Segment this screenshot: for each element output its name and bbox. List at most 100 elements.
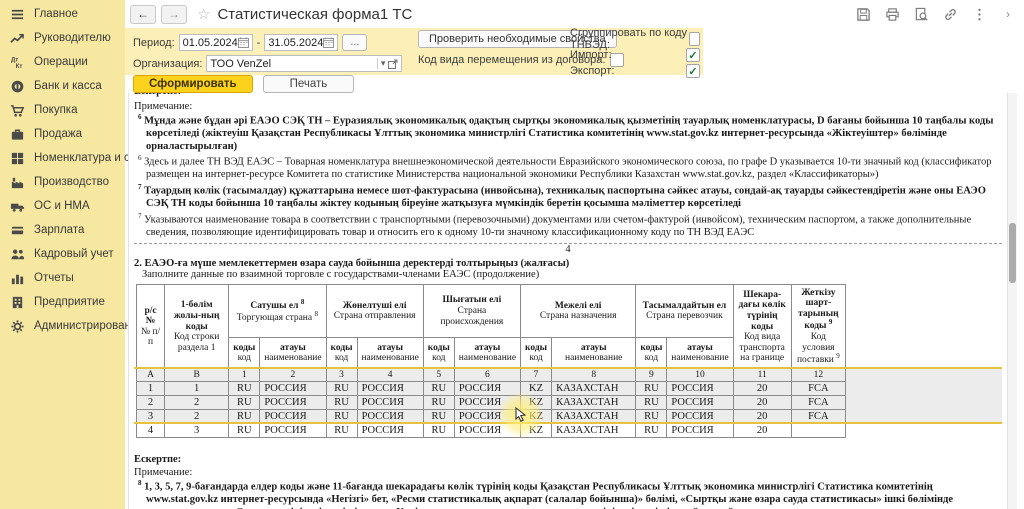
table-cell[interactable]: RU	[229, 424, 260, 438]
back-button[interactable]: ←	[130, 5, 156, 24]
table-cell[interactable]: В	[165, 369, 229, 382]
table-cell[interactable]: RU	[326, 396, 357, 410]
period-from-input[interactable]: 01.05.2024	[179, 34, 253, 51]
sidebar-item[interactable]: Покупка	[0, 98, 125, 122]
table-row[interactable]: 22RUРОССИЯRUРОССИЯRUРОССИЯKZКАЗАХСТАНRUР…	[137, 396, 846, 410]
col-group-header[interactable]: Жөнелтуші еліСтрана отправления	[326, 285, 423, 338]
table-cell[interactable]: А	[137, 369, 165, 382]
table-cell[interactable]: 7	[521, 369, 552, 382]
table-cell[interactable]: КАЗАХСТАН	[552, 424, 636, 438]
subcol-header-name[interactable]: атауынаименование	[357, 338, 423, 369]
table-cell[interactable]: 20	[733, 382, 791, 396]
table-cell[interactable]: 11	[733, 369, 791, 382]
table-cell[interactable]: RU	[229, 382, 260, 396]
period-to-input[interactable]: 31.05.2024	[264, 34, 338, 51]
sidebar-item[interactable]: Номенклатура и склад	[0, 146, 125, 170]
sidebar-item[interactable]: Банк и касса	[0, 74, 125, 98]
table-cell[interactable]: 1	[229, 369, 260, 382]
table-cell[interactable]: 5	[423, 369, 454, 382]
group-by-checkbox[interactable]	[689, 32, 700, 46]
preview-icon[interactable]	[913, 6, 929, 22]
table-cell[interactable]: 10	[667, 369, 733, 382]
table-cell[interactable]: 1	[165, 382, 229, 396]
subcol-header-code[interactable]: кодыкод	[229, 338, 260, 369]
table-cell[interactable]: 4	[137, 424, 165, 438]
subcol-header-code[interactable]: кодыкод	[521, 338, 552, 369]
scrollbar-thumb[interactable]	[1009, 223, 1016, 283]
calendar-icon[interactable]	[238, 37, 249, 48]
subcol-header-code[interactable]: кодыкод	[423, 338, 454, 369]
save-icon[interactable]	[855, 6, 871, 22]
table-cell[interactable]: РОССИЯ	[357, 424, 423, 438]
subcol-header-name[interactable]: атауынаименование	[552, 338, 636, 369]
table-cell[interactable]: 6	[454, 369, 520, 382]
subcol-header-name[interactable]: атауынаименование	[260, 338, 326, 369]
sidebar-item[interactable]: ДтКтОперации	[0, 50, 125, 74]
sidebar-item[interactable]: Главное	[0, 2, 125, 26]
table-cell[interactable]: 2	[137, 396, 165, 410]
col-group-header[interactable]: Тасымалдайтын елСтрана перевозчик	[636, 285, 733, 338]
import-checkbox[interactable]: ✓	[686, 48, 700, 62]
table-cell[interactable]: РОССИЯ	[667, 424, 733, 438]
favorite-star-icon[interactable]: ☆	[197, 5, 210, 23]
col-group-header[interactable]: Шығатын еліСтрана происхождения	[423, 285, 520, 338]
table-cell[interactable]: РОССИЯ	[357, 396, 423, 410]
table-cell[interactable]: 9	[636, 369, 667, 382]
sidebar-item[interactable]: Зарплата	[0, 218, 125, 242]
organization-input[interactable]: ТОО VenZel ▾	[206, 55, 402, 72]
table-cell[interactable]: РОССИЯ	[667, 396, 733, 410]
more-menu-icon[interactable]	[971, 6, 987, 22]
vertical-scrollbar[interactable]	[1007, 93, 1017, 509]
subcol-header-code[interactable]: кодыкод	[326, 338, 357, 369]
forward-button[interactable]: →	[161, 5, 187, 24]
table-cell[interactable]: 8	[552, 369, 636, 382]
table-cell[interactable]: RU	[636, 396, 667, 410]
open-link-icon[interactable]	[388, 59, 398, 69]
table-cell[interactable]: RU	[423, 382, 454, 396]
table-cell[interactable]: 3	[326, 369, 357, 382]
spreadsheet-document[interactable]: Ескертпе: Примечание: 6 Мұнда және бұдан…	[128, 93, 1008, 509]
table-cell[interactable]: RU	[229, 396, 260, 410]
generate-button[interactable]: Сформировать	[133, 75, 253, 93]
calendar-icon[interactable]	[323, 37, 334, 48]
col-header-transport[interactable]: Шекара-дағы көлік түрінің кодыКод вида т…	[733, 285, 791, 369]
table-cell[interactable]: 2	[165, 396, 229, 410]
chevron-right-icon[interactable]: ›	[1000, 6, 1016, 22]
col-group-header[interactable]: Межелі еліСтрана назначения	[521, 285, 636, 338]
table-row[interactable]: 43RUРОССИЯRUРОССИЯRUРОССИЯKZКАЗАХСТАНRUР…	[137, 424, 846, 438]
sidebar-item[interactable]: Кадровый учет	[0, 242, 125, 266]
table-cell[interactable]: 20	[733, 424, 791, 438]
col-group-header[interactable]: Сатушы ел 8Торгующая страна 8	[229, 285, 326, 338]
sidebar-item[interactable]: Продажа	[0, 122, 125, 146]
table-cell[interactable]: 3	[165, 424, 229, 438]
table-cell[interactable]: RU	[326, 424, 357, 438]
sidebar-item[interactable]: Отчеты	[0, 266, 125, 290]
col-header-rownum[interactable]: р/с №№ п/п	[137, 285, 165, 369]
sidebar-item[interactable]: ОС и НМА	[0, 194, 125, 218]
subcol-header-name[interactable]: атауынаименование	[454, 338, 520, 369]
table-cell[interactable]: RU	[636, 382, 667, 396]
table-cell[interactable]	[791, 424, 845, 438]
table-cell[interactable]: 20	[733, 396, 791, 410]
table-cell[interactable]: РОССИЯ	[260, 396, 326, 410]
column-number-row[interactable]: АВ123456789101112	[137, 369, 846, 382]
table-cell[interactable]: РОССИЯ	[260, 382, 326, 396]
sidebar-item[interactable]: Администрирование	[0, 314, 125, 338]
table-cell[interactable]: FCA	[791, 382, 845, 396]
table-cell[interactable]: RU	[423, 396, 454, 410]
table-cell[interactable]: FCA	[791, 396, 845, 410]
print-icon[interactable]	[884, 6, 900, 22]
table-cell[interactable]: RU	[326, 382, 357, 396]
table-cell[interactable]: КАЗАХСТАН	[552, 396, 636, 410]
col-header-code[interactable]: 1-бөлім жолы-ның кодыКод строки раздела …	[165, 285, 229, 369]
table-cell[interactable]: 4	[357, 369, 423, 382]
sidebar-item[interactable]: Предприятие	[0, 290, 125, 314]
table-cell[interactable]: РОССИЯ	[357, 382, 423, 396]
trade-table[interactable]: р/с №№ п/п1-бөлім жолы-ның кодыКод строк…	[136, 284, 846, 438]
print-button[interactable]: Печать	[263, 75, 355, 93]
subcol-header-name[interactable]: атауынаименование	[667, 338, 733, 369]
table-cell[interactable]: RU	[423, 424, 454, 438]
table-cell[interactable]: РОССИЯ	[260, 424, 326, 438]
link-icon[interactable]	[942, 6, 958, 22]
sidebar-item[interactable]: Руководителю	[0, 26, 125, 50]
